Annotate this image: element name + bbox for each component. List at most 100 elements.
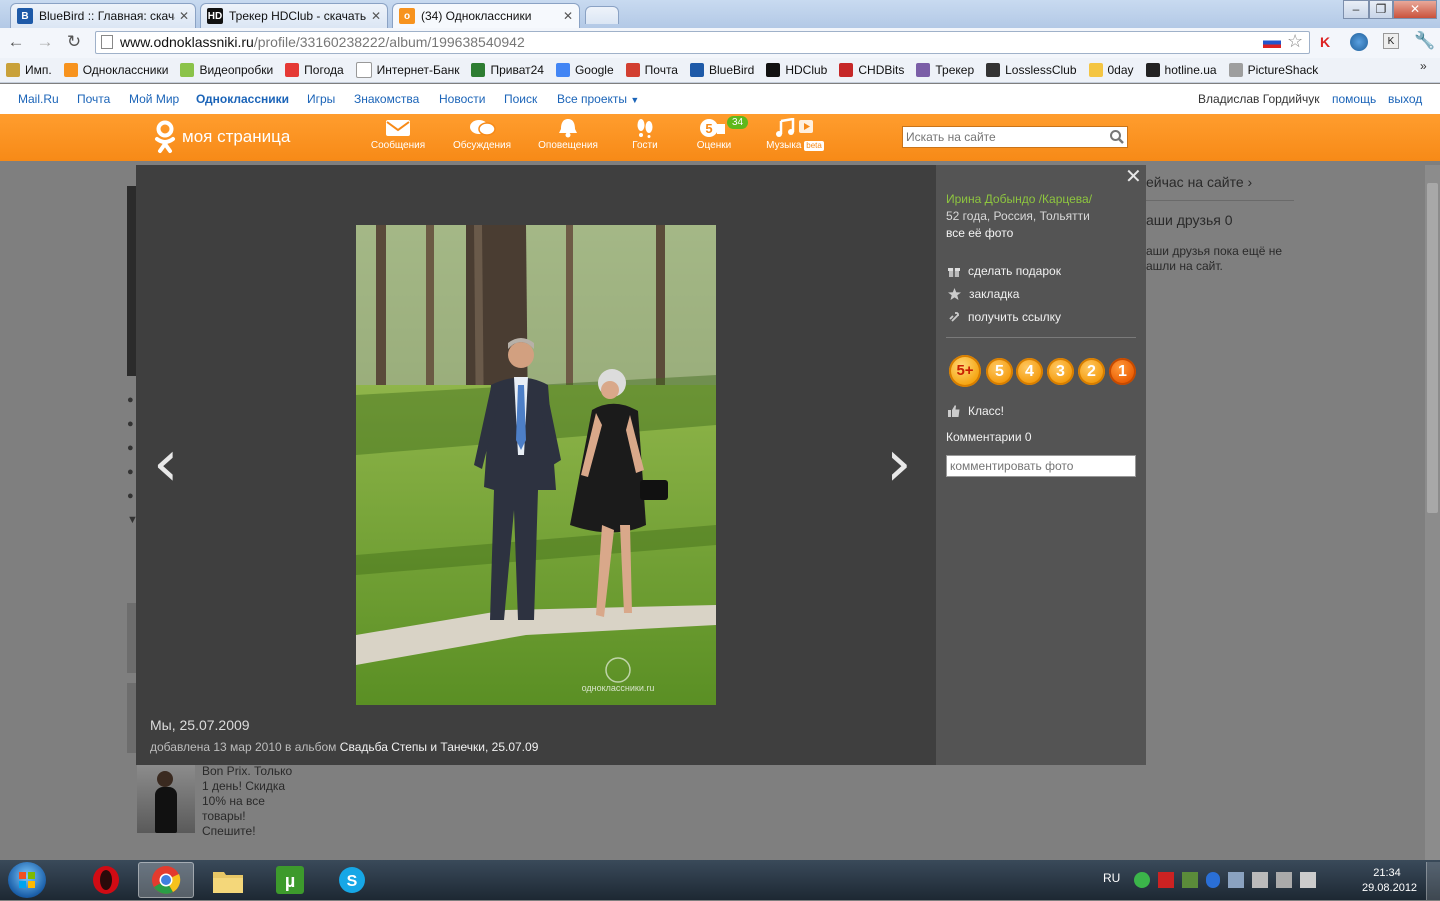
tray-kaspersky-icon[interactable]: [1158, 872, 1174, 888]
bookmark-item[interactable]: Имп.: [6, 63, 52, 77]
taskbar-explorer[interactable]: [200, 862, 256, 898]
taskbar-skype[interactable]: S: [324, 862, 380, 898]
ad-text[interactable]: Bon Prix. Только 1 день! Скидка 10% на в…: [202, 764, 292, 839]
tab-odnoklassniki[interactable]: о (34) Одноклассники ✕: [392, 3, 580, 28]
link-moy-mir[interactable]: Мой Мир: [129, 92, 179, 106]
bookmark-favicon-icon: [471, 63, 486, 77]
tray-bluetooth-icon[interactable]: [1206, 872, 1220, 888]
owner-name-link[interactable]: Ирина Добындо /Карцева/: [946, 192, 1092, 206]
bookmark-item[interactable]: Погода: [285, 63, 344, 77]
link-logout[interactable]: выход: [1388, 92, 1422, 106]
minimize-button[interactable]: –: [1343, 0, 1369, 19]
more-bookmarks-icon[interactable]: »: [1420, 59, 1427, 73]
bookmark-item[interactable]: CHDBits: [839, 63, 904, 77]
back-icon[interactable]: ←: [4, 30, 28, 54]
get-link-action[interactable]: получить ссылку: [948, 310, 1061, 324]
bookmark-item[interactable]: 0day: [1088, 63, 1134, 77]
rate-3-button[interactable]: 3: [1047, 358, 1074, 385]
tray-audio-device-icon[interactable]: [1228, 872, 1244, 888]
tray-volume-icon[interactable]: [1300, 872, 1316, 888]
close-window-button[interactable]: ✕: [1393, 0, 1437, 19]
tray-green-icon[interactable]: [1134, 872, 1150, 888]
link-mail[interactable]: Почта: [77, 92, 110, 106]
clock[interactable]: 21:34 29.08.2012: [1362, 866, 1417, 896]
album-link[interactable]: Свадьба Степы и Танечки, 25.07.09: [340, 740, 539, 754]
star-bookmark-icon[interactable]: ☆: [1287, 31, 1303, 52]
like-button[interactable]: Класс!: [948, 404, 1004, 418]
all-photos-link[interactable]: все её фото: [946, 226, 1013, 240]
close-tab-icon[interactable]: ✕: [371, 9, 381, 23]
tray-network-icon[interactable]: [1276, 872, 1292, 888]
link-all-projects[interactable]: Все проекты ▼: [557, 92, 639, 106]
bookmark-item[interactable]: Видеопробки: [180, 63, 273, 77]
kaspersky-icon[interactable]: K: [1320, 34, 1330, 50]
site-search-input[interactable]: [902, 126, 1128, 148]
extension-k-icon[interactable]: K: [1383, 33, 1399, 49]
rate-5-plus-button[interactable]: 5+: [949, 355, 981, 387]
nav-discussions[interactable]: Обсуждения: [447, 118, 517, 151]
nav-music[interactable]: Музыка beta: [760, 118, 830, 151]
rate-5-button[interactable]: 5: [986, 358, 1013, 385]
show-desktop-button[interactable]: [1426, 862, 1440, 900]
photo[interactable]: одноклассники.ru: [356, 225, 716, 705]
link-search[interactable]: Поиск: [504, 92, 537, 106]
user-name[interactable]: Владислав Гордийчук: [1198, 92, 1319, 106]
nav-guests[interactable]: Гости: [610, 118, 680, 151]
bookmark-item[interactable]: Интернет-Банк: [355, 62, 459, 78]
link-odnoklassniki[interactable]: Одноклассники: [196, 92, 289, 106]
bookmark-item[interactable]: Трекер: [916, 63, 974, 77]
bookmark-item[interactable]: Одноклассники: [63, 63, 168, 77]
link-games[interactable]: Игры: [307, 92, 335, 106]
language-indicator[interactable]: RU: [1103, 871, 1120, 885]
tray-check-icon[interactable]: [1182, 872, 1198, 888]
start-button[interactable]: [8, 862, 46, 898]
globe-icon[interactable]: [1350, 33, 1368, 51]
nav-messages[interactable]: Сообщения: [363, 118, 433, 151]
now-on-site-link[interactable]: ейчас на сайте ›: [1146, 174, 1252, 190]
search-icon[interactable]: [1109, 129, 1125, 145]
bookmark-item[interactable]: BlueBird: [689, 63, 754, 77]
wrench-icon[interactable]: 🔧: [1414, 31, 1435, 51]
rate-4-button[interactable]: 4: [1016, 358, 1043, 385]
bookmark-item[interactable]: PictureShack: [1228, 63, 1318, 77]
rate-1-button[interactable]: 1: [1109, 358, 1136, 385]
link-news[interactable]: Новости: [439, 92, 485, 106]
link-help[interactable]: помощь: [1332, 92, 1376, 106]
taskbar-opera[interactable]: [78, 862, 134, 898]
comment-input[interactable]: [946, 455, 1136, 477]
link-dating[interactable]: Знакомства: [354, 92, 419, 106]
rate-2-button[interactable]: 2: [1078, 358, 1105, 385]
tab-hdclub[interactable]: HD Трекер HDClub - скачать ✕: [200, 3, 388, 28]
close-icon[interactable]: ✕: [1125, 167, 1142, 187]
tray-flag-icon[interactable]: [1252, 872, 1268, 888]
nav-notifications[interactable]: Оповещения: [533, 118, 603, 151]
tab-bluebird[interactable]: B BlueBird :: Главная: скачат ✕: [10, 3, 196, 28]
bookmark-item[interactable]: LosslessClub: [986, 63, 1077, 77]
bookmark-action[interactable]: закладка: [948, 287, 1019, 301]
new-tab-button[interactable]: [585, 6, 619, 24]
address-bar[interactable]: www.odnoklassniki.ru/profile/33160238222…: [95, 31, 1310, 54]
folder-icon: [213, 872, 243, 893]
ad-image[interactable]: [137, 765, 195, 833]
taskbar-chrome[interactable]: [138, 862, 194, 898]
scrollbar-thumb[interactable]: [1427, 183, 1438, 513]
make-gift-action[interactable]: сделать подарок: [948, 264, 1061, 278]
next-photo-arrow[interactable]: ›: [886, 432, 912, 496]
page-scrollbar[interactable]: [1425, 165, 1440, 860]
bookmark-item[interactable]: Почта: [625, 63, 678, 77]
odnoklassniki-logo-icon[interactable]: [152, 120, 178, 154]
previous-photo-arrow[interactable]: ‹: [153, 432, 179, 496]
bookmark-item[interactable]: Приват24: [471, 63, 544, 77]
my-page-link[interactable]: моя страница: [182, 127, 290, 147]
bookmark-item[interactable]: Google: [555, 63, 614, 77]
reload-icon[interactable]: ↻: [62, 30, 86, 54]
bookmark-item[interactable]: hotline.ua: [1145, 63, 1217, 77]
forward-icon[interactable]: →: [33, 30, 57, 54]
close-tab-icon[interactable]: ✕: [179, 9, 189, 23]
link-mailru[interactable]: Mail.Ru: [18, 92, 59, 106]
close-tab-icon[interactable]: ✕: [563, 9, 573, 23]
maximize-button[interactable]: ❐: [1369, 0, 1393, 19]
comments-count[interactable]: Комментарии 0: [946, 430, 1032, 444]
bookmark-item[interactable]: HDClub: [766, 63, 827, 77]
taskbar-utorrent[interactable]: µ: [262, 862, 318, 898]
